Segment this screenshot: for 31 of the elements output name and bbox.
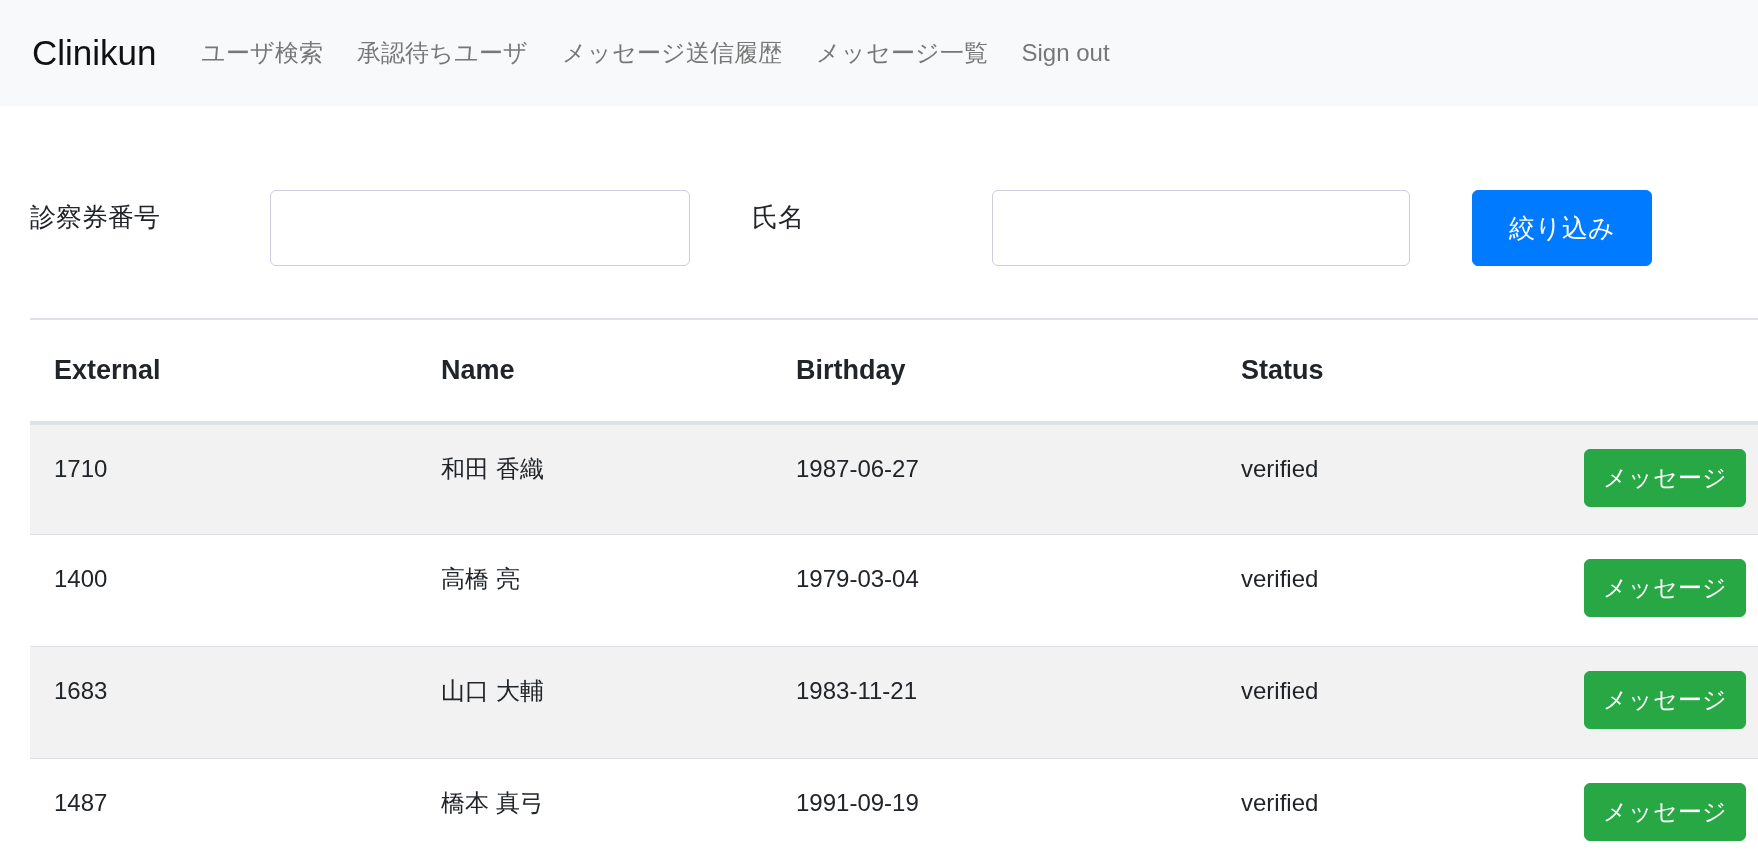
- filter-button[interactable]: 絞り込み: [1472, 190, 1652, 266]
- table-cell: 1983-11-21: [772, 646, 1217, 759]
- input-field[interactable]: [270, 190, 690, 266]
- table-cell: verified: [1217, 422, 1535, 535]
- nav-link[interactable]: メッセージ一覧: [815, 35, 988, 71]
- table-cell: verified: [1217, 646, 1535, 759]
- table-cell: 1987-06-27: [772, 422, 1217, 535]
- table-cell: 橋本 真弓: [417, 758, 772, 864]
- brand-link[interactable]: Clinikun: [32, 26, 157, 80]
- table-cell: verified: [1217, 534, 1535, 647]
- nav-link[interactable]: メッセージ送信履歴: [561, 35, 782, 71]
- field-label: 診察券番号: [30, 201, 161, 234]
- nav-link[interactable]: ユーザ検索: [200, 35, 323, 71]
- table-cell: 和田 香織: [417, 422, 772, 535]
- table-cell: verified: [1217, 758, 1535, 864]
- table-cell: 1710: [30, 422, 417, 535]
- table-cell: 1991-09-19: [772, 758, 1217, 864]
- table-cell: 1979-03-04: [772, 534, 1217, 647]
- message-button[interactable]: メッセージ: [1584, 559, 1746, 617]
- nav-link[interactable]: Sign out: [1021, 35, 1110, 71]
- table-cell: 高橋 亮: [417, 534, 772, 647]
- table-cell: 山口 大輔: [417, 646, 772, 759]
- message-button[interactable]: メッセージ: [1584, 671, 1746, 729]
- message-button[interactable]: メッセージ: [1584, 783, 1746, 841]
- table-cell: 1400: [30, 534, 417, 647]
- message-button[interactable]: メッセージ: [1584, 448, 1746, 507]
- input-field[interactable]: [992, 190, 1410, 266]
- table-cell: 1683: [30, 646, 417, 759]
- field-label: 氏名: [752, 201, 805, 234]
- nav-link[interactable]: 承認待ちユーザ: [356, 35, 528, 71]
- table-cell: 1487: [30, 758, 417, 864]
